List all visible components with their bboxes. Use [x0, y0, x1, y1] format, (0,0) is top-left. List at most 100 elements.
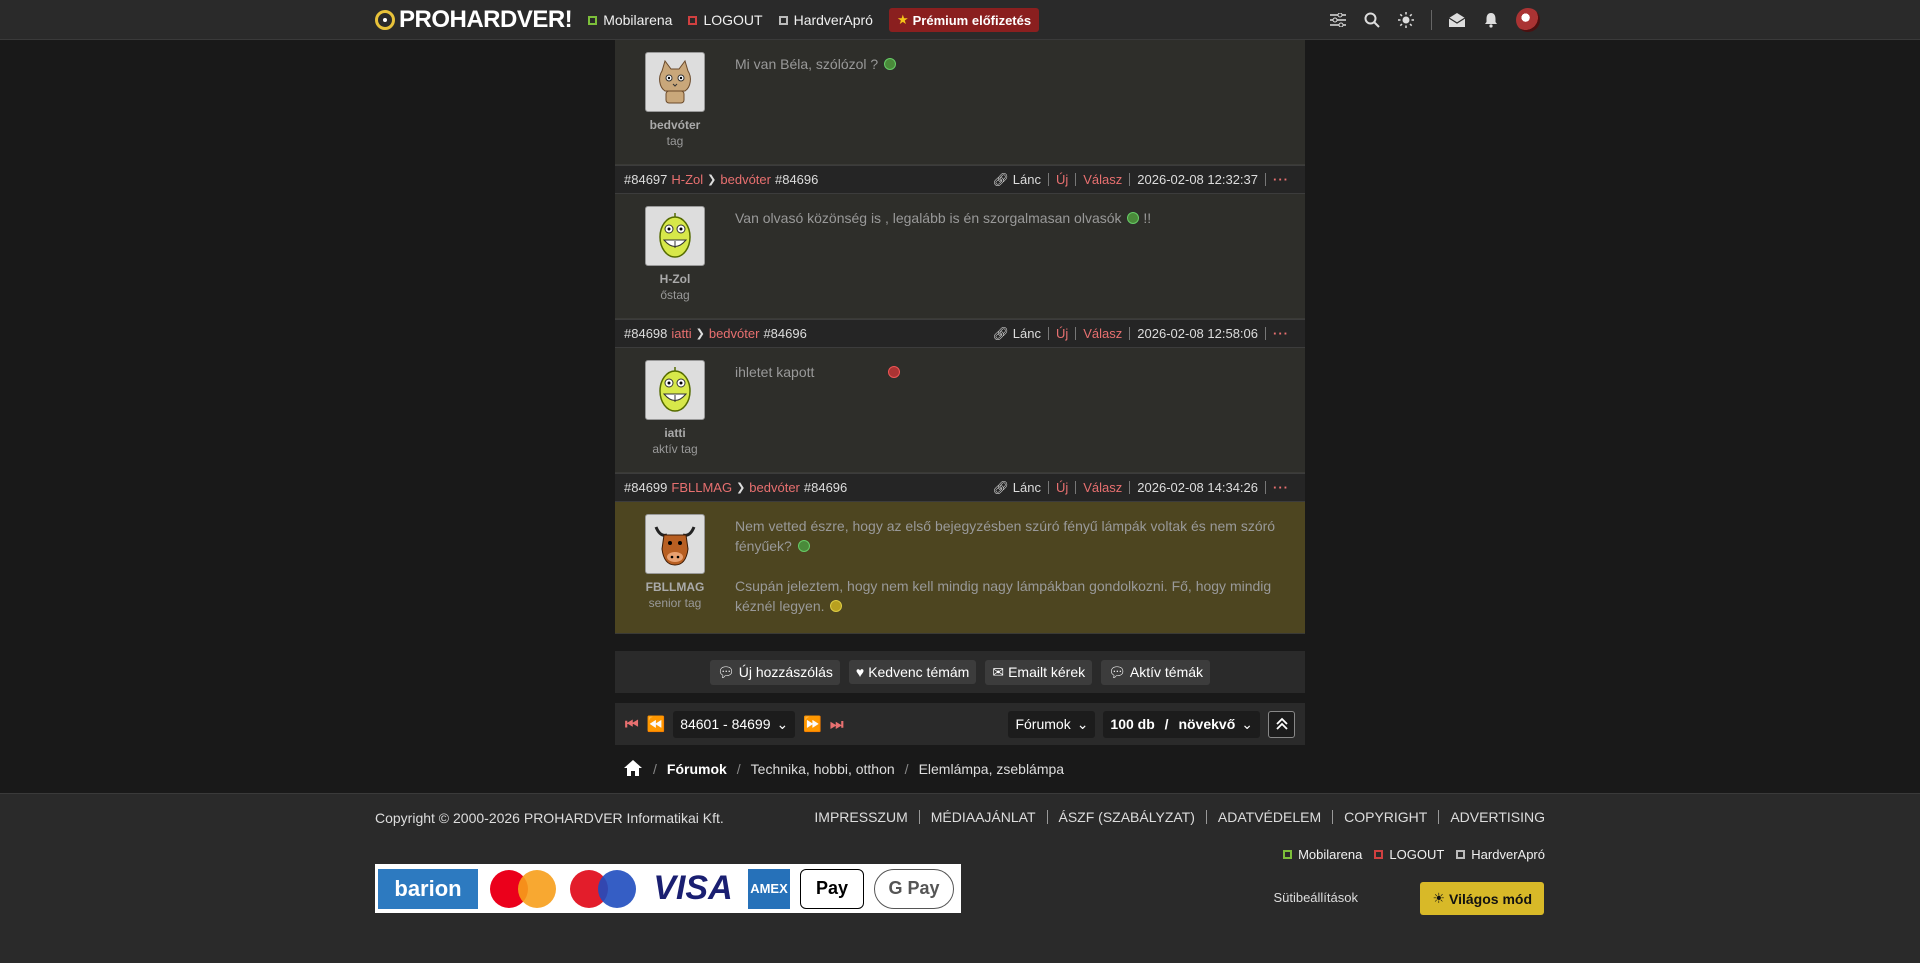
reply-target-number[interactable]: #84696 [763, 326, 806, 341]
sun-icon[interactable] [1397, 11, 1415, 29]
chain-link[interactable]: 🔗︎ Lánc [986, 173, 1048, 186]
settings-sliders-icon[interactable] [1329, 11, 1347, 29]
breadcrumb-item[interactable]: Technika, hobbi, otthon [751, 761, 895, 777]
post-number[interactable]: #84699 [624, 480, 667, 495]
per-page-select[interactable]: 100 db / növekvő ⌄ [1103, 710, 1260, 738]
post-header: #84698 iatti ❯ bedvóter #84696 🔗︎ Lánc Ú… [615, 319, 1305, 348]
avatar[interactable] [645, 206, 705, 266]
post-number[interactable]: #84697 [624, 172, 667, 187]
amex-logo: AMEX [748, 868, 790, 909]
reply-target-link[interactable]: bedvóter [709, 326, 760, 341]
post-number[interactable]: #84698 [624, 326, 667, 341]
new-link[interactable]: Új [1047, 327, 1075, 340]
square-icon [688, 15, 698, 25]
reply-target-link[interactable]: bedvóter [720, 172, 771, 187]
nav-link-logout[interactable]: LOGOUT [688, 12, 763, 28]
post-user-link[interactable]: iatti [671, 326, 691, 341]
forums-select[interactable]: Fórumok ⌄ [1008, 710, 1096, 738]
reply-link[interactable]: Válasz [1075, 481, 1129, 494]
square-icon [1374, 850, 1384, 859]
chain-link[interactable]: 🔗︎ Lánc [986, 327, 1048, 340]
footer-link[interactable]: ÁSZF (SZABÁLYZAT) [1046, 810, 1206, 824]
footer-link[interactable]: COPYRIGHT [1332, 810, 1438, 824]
author-name[interactable]: iatti [635, 426, 715, 440]
page-range-select[interactable]: 84601 - 84699 ⌄ [673, 710, 796, 738]
post-body: iatti aktív tag ihletet kapott [615, 348, 1305, 473]
nav-link-hardverapro[interactable]: HardverApró [778, 12, 873, 28]
search-icon[interactable] [1363, 11, 1381, 29]
comment-icon: 💬︎ [716, 663, 735, 680]
link-icon: 🔗︎ [992, 480, 1010, 495]
footer-link[interactable]: ADATVÉDELEM [1205, 810, 1332, 824]
post-date: 2026-02-08 12:32:37 [1129, 173, 1265, 186]
favorite-topic-button[interactable]: ♥ Kedvenc témám [848, 660, 977, 684]
new-link[interactable]: Új [1047, 173, 1075, 186]
author-name[interactable]: bedvóter [635, 118, 715, 132]
reply-target-link[interactable]: bedvóter [749, 480, 800, 495]
light-mode-button[interactable]: ☀ Világos mód [1420, 882, 1544, 915]
avatar[interactable] [645, 360, 705, 420]
footer: Copyright © 2000-2026 PROHARDVER Informa… [0, 793, 1920, 963]
reply-link[interactable]: Válasz [1075, 327, 1129, 340]
chain-link[interactable]: 🔗︎ Lánc [986, 481, 1048, 494]
footer-sites: Mobilarena LOGOUT HardverApró [1283, 847, 1545, 862]
apple-pay-logo: Pay [800, 868, 864, 909]
previous-page-icon[interactable]: ⏪ [647, 715, 666, 733]
more-options-icon[interactable]: ··· [1265, 481, 1296, 494]
author-name[interactable]: H-Zol [635, 272, 715, 286]
post-user-link[interactable]: H-Zol [671, 172, 703, 187]
avatar[interactable] [645, 514, 705, 574]
home-icon[interactable] [623, 759, 643, 780]
footer-link[interactable]: ADVERTISING [1438, 810, 1545, 824]
maestro-logo [568, 869, 638, 909]
footer-site-hardverapro[interactable]: HardverApró [1456, 847, 1545, 862]
google-pay-logo: G Pay [874, 868, 954, 909]
breadcrumb: / Fórumok / Technika, hobbi, otthon / El… [615, 755, 1305, 783]
email-notify-button[interactable]: ✉ Emailt kérek [985, 659, 1093, 685]
active-topics-button[interactable]: 💬︎ Aktív témák [1101, 659, 1211, 685]
post-author: H-Zol őstag [645, 206, 705, 302]
chevron-down-icon: ⌄ [1241, 715, 1253, 732]
first-page-icon[interactable]: ⏮ [625, 716, 639, 733]
post-header: #84699 FBLLMAG ❯ bedvóter #84696 🔗︎ Lánc… [615, 473, 1305, 502]
last-page-icon[interactable]: ⏭ [830, 716, 844, 733]
grin-avatar-icon [659, 213, 691, 258]
more-options-icon[interactable]: ··· [1265, 327, 1296, 340]
user-avatar[interactable] [1516, 8, 1540, 32]
footer-link[interactable]: IMPRESSZUM [803, 810, 918, 824]
smiley-icon [797, 540, 810, 552]
reply-target-number[interactable]: #84696 [804, 480, 847, 495]
reply-target-number[interactable]: #84696 [775, 172, 818, 187]
barion-logo: barion [378, 868, 478, 909]
square-icon [1283, 850, 1293, 859]
link-icon: 🔗︎ [992, 172, 1010, 187]
author-rank: senior tag [648, 596, 702, 610]
author-name[interactable]: FBLLMAG [635, 580, 715, 594]
bell-icon[interactable] [1482, 11, 1500, 29]
footer-site-mobilarena[interactable]: Mobilarena [1283, 847, 1362, 862]
footer-link[interactable]: MÉDIAAJÁNLAT [918, 810, 1047, 824]
new-post-button[interactable]: 💬︎ Új hozzászólás [709, 659, 840, 685]
comments-icon: 💬︎ [1108, 663, 1126, 680]
scroll-to-top-button[interactable] [1268, 710, 1295, 738]
post-text: Mi van Béla, szólózol ? [735, 54, 1280, 74]
author-rank: aktív tag [652, 442, 698, 456]
premium-button[interactable]: ★ Prémium előfizetés [888, 8, 1040, 32]
reply-link[interactable]: Válasz [1075, 173, 1129, 186]
site-logo[interactable]: PROHARDVER! [375, 6, 573, 34]
mail-icon[interactable] [1448, 11, 1466, 29]
copyright-text: Copyright © 2000-2026 PROHARDVER Informa… [375, 810, 724, 826]
nav-link-mobilarena[interactable]: Mobilarena [588, 12, 672, 28]
breadcrumb-item[interactable]: Fórumok [667, 761, 727, 777]
more-options-icon[interactable]: ··· [1265, 173, 1296, 186]
avatar[interactable] [645, 52, 705, 112]
new-link[interactable]: Új [1047, 481, 1075, 494]
chevron-down-icon: ⌄ [776, 715, 789, 732]
footer-site-logout[interactable]: LOGOUT [1374, 847, 1444, 862]
post-body: H-Zol őstag Van olvasó közönség is , leg… [615, 194, 1305, 319]
envelope-icon: ✉ [992, 663, 1005, 680]
next-page-icon[interactable]: ⏩ [803, 715, 822, 733]
cookie-settings-link[interactable]: Sütibeállítások [1273, 890, 1358, 905]
breadcrumb-item[interactable]: Elemlámpa, zseblámpa [919, 761, 1065, 777]
post-user-link[interactable]: FBLLMAG [671, 480, 732, 495]
